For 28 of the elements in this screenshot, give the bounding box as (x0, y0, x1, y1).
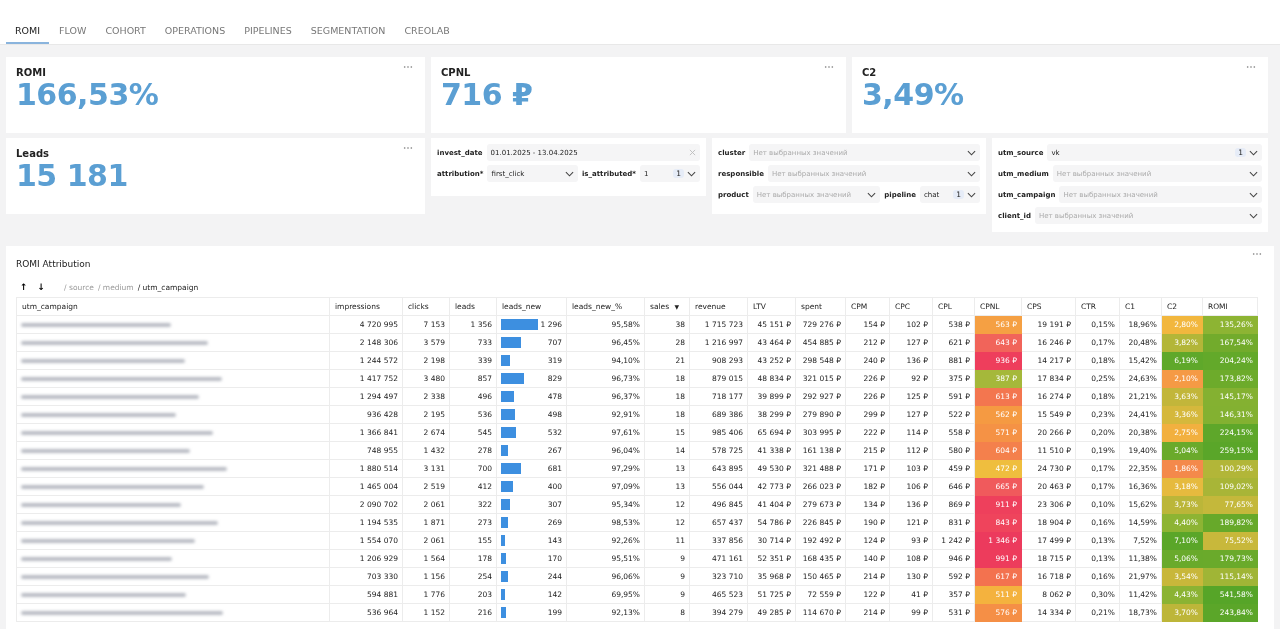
tab[interactable]: PIPELINES (235, 25, 301, 44)
kpi-title: ROMI (16, 67, 46, 78)
tab[interactable]: ROMI (6, 25, 50, 44)
tab[interactable]: SEGMENTATION (301, 25, 395, 44)
sort-button[interactable]: ↑ (16, 282, 32, 292)
tab[interactable]: OPERATIONS (155, 25, 235, 44)
chevron-down-icon[interactable] (967, 191, 976, 198)
chevron-down-icon[interactable] (1249, 149, 1258, 156)
kpi-value: 3,49% (862, 78, 964, 111)
chevron-down-icon[interactable] (1249, 212, 1258, 219)
table-title: ROMI Attribution (16, 259, 91, 269)
tab[interactable]: COHORT (96, 25, 155, 44)
tab[interactable]: CREOLAB (395, 25, 459, 44)
chevron-down-icon[interactable] (967, 170, 976, 177)
chevron-down-icon[interactable] (687, 170, 696, 177)
chevron-down-icon[interactable] (564, 170, 574, 177)
tab[interactable]: FLOW (50, 25, 96, 44)
sort-button[interactable]: ↓ (33, 282, 50, 292)
chevron-down-icon[interactable] (867, 191, 877, 198)
chevron-down-icon[interactable] (1249, 170, 1258, 177)
kpi-value: 166,53% (16, 78, 159, 111)
kpi-value: 15 181 (16, 159, 128, 192)
kpi-title: CPNL (441, 67, 471, 78)
kpi-title: C2 (862, 67, 877, 78)
chevron-down-icon[interactable] (1249, 191, 1258, 198)
kpi-value: 716 ₽ (441, 78, 533, 111)
kpi-title: Leads (16, 148, 49, 159)
chevron-down-icon[interactable] (967, 149, 976, 156)
